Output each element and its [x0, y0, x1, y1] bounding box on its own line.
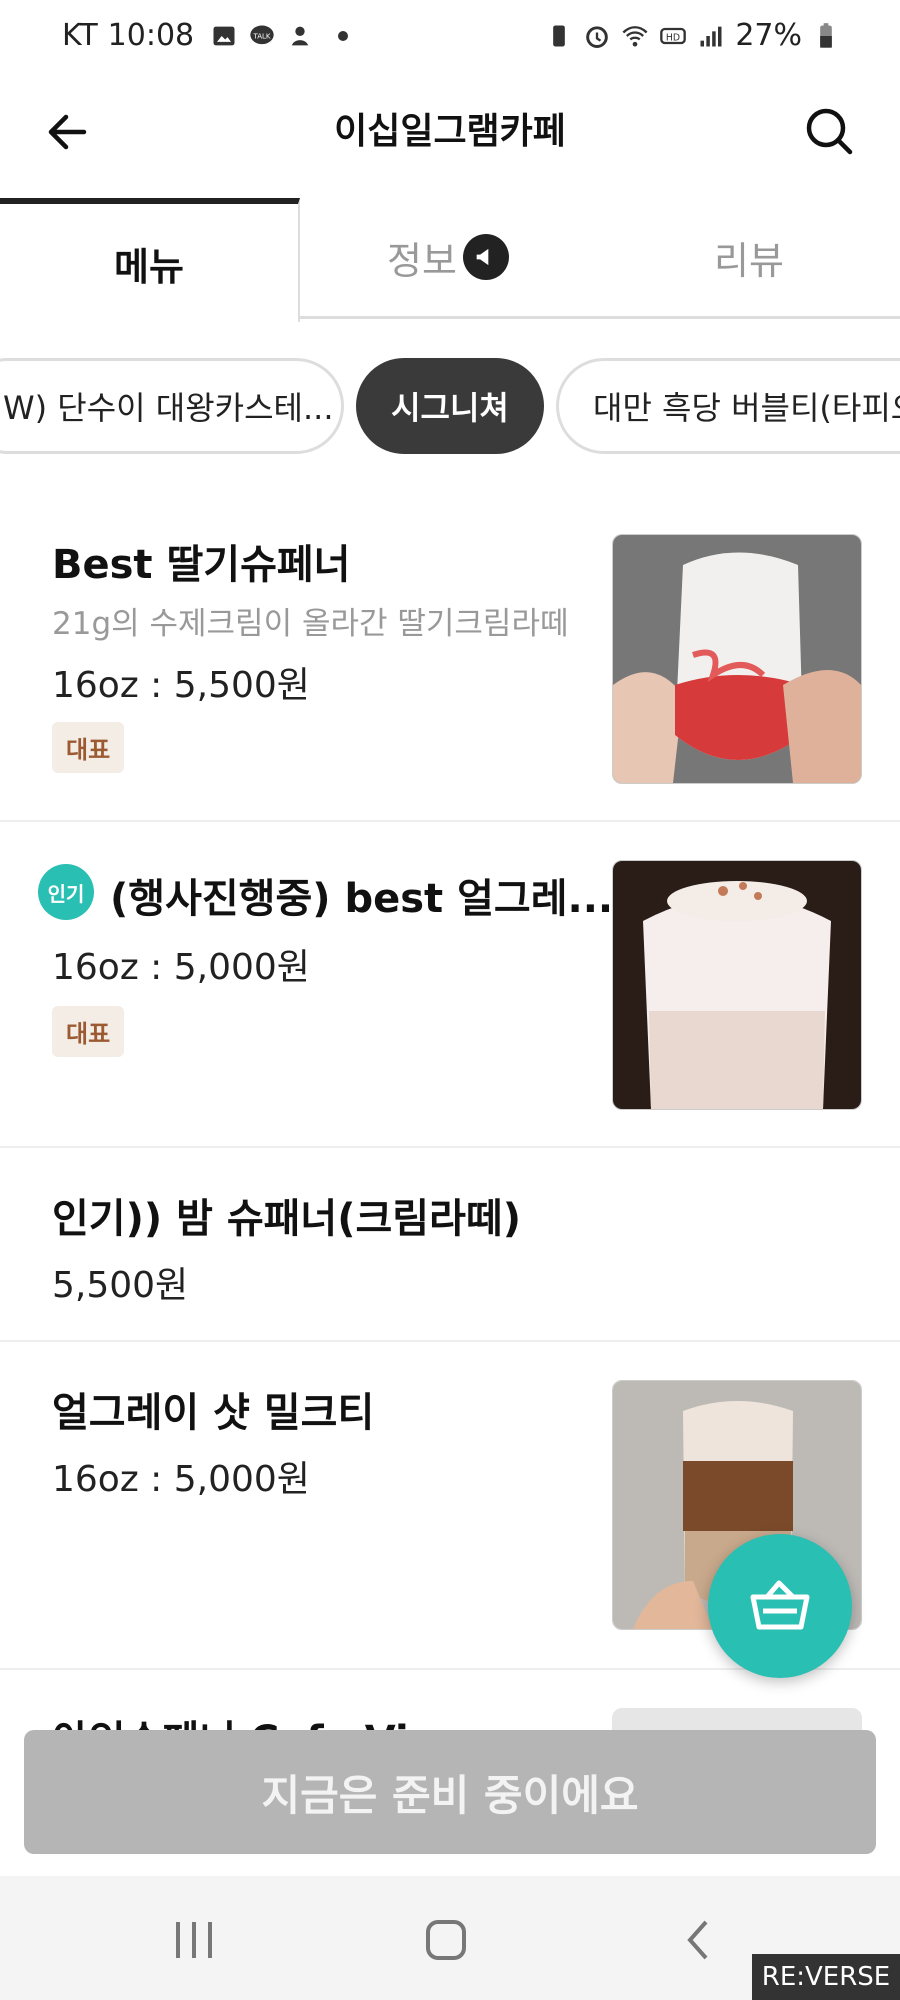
menu-item[interactable]: 인기 (행사진행중) best 얼그레... 16oz : 5,000원 대표 — [0, 822, 900, 1148]
chip-castella[interactable]: W) 단수이 대왕카스테... — [0, 358, 344, 454]
preparing-button[interactable]: 지금은 준비 중이에요 — [24, 1730, 876, 1854]
more-notifications-dot — [338, 30, 349, 41]
status-bar: KT 10:08 TALK HD 27% — [0, 0, 900, 72]
tab-bar: 메뉴 정보 리뷰 — [0, 198, 900, 322]
app-icon — [291, 26, 309, 45]
talk-icon: TALK — [250, 25, 274, 44]
watermark-label: RE:VERSE — [752, 1954, 900, 2000]
item-price: 16oz : 5,500원 — [52, 665, 310, 706]
battery-icon — [820, 22, 832, 48]
notification-icons: TALK — [210, 22, 349, 50]
menu-item[interactable]: Best 딸기슈페너 21g의 수제크림이 올라간 딸기크림라떼 16oz : … — [0, 500, 900, 822]
item-name: 얼그레이 샷 밀크티 — [52, 1390, 375, 1436]
item-photo — [612, 534, 862, 784]
carrier-label: KT — [62, 18, 98, 53]
tab-menu-label: 메뉴 — [114, 244, 184, 289]
tab-review[interactable]: 리뷰 — [598, 198, 900, 319]
menu-item[interactable]: 인기)) 밤 슈패너(크림라떼) 5,500원 — [0, 1148, 900, 1342]
item-price: 5,500원 — [52, 1265, 189, 1306]
signal-icon — [700, 26, 722, 46]
recent-apps-icon[interactable] — [154, 1900, 234, 1980]
tab-info[interactable]: 정보 — [298, 198, 598, 319]
item-description: 21g의 수제크림이 올라간 딸기크림라떼 — [52, 606, 569, 642]
item-name: (행사진행중) best 얼그레... — [110, 876, 614, 922]
gallery-icon — [213, 26, 235, 45]
battery-saver-icon — [553, 25, 566, 46]
back-nav-icon[interactable] — [660, 1900, 740, 1980]
signature-badge: 대표 — [52, 1006, 125, 1057]
item-price: 16oz : 5,000원 — [52, 947, 310, 988]
svg-text:TALK: TALK — [253, 32, 271, 40]
battery-percent: 27% — [735, 18, 802, 53]
top-app-bar: 이십일그램카페 — [0, 72, 900, 192]
status-left: KT 10:08 TALK — [62, 18, 349, 53]
item-photo — [612, 860, 862, 1110]
signature-badge: 대표 — [52, 722, 125, 773]
time-label: 10:08 — [107, 18, 195, 53]
svg-text:HD: HD — [666, 32, 680, 43]
search-icon[interactable] — [800, 102, 860, 162]
tab-menu[interactable]: 메뉴 — [0, 198, 300, 322]
wifi-icon — [622, 25, 648, 46]
status-right: HD 27% — [545, 18, 840, 53]
cart-button[interactable] — [708, 1534, 852, 1678]
tab-info-label: 정보 — [387, 238, 457, 283]
chip-signature[interactable]: 시그니쳐 — [356, 358, 544, 454]
hd-icon: HD — [660, 27, 687, 44]
popular-badge: 인기 — [38, 864, 94, 920]
category-chips: W) 단수이 대왕카스테... 시그니쳐 대만 흑당 버블티(타피오 — [0, 358, 900, 458]
basket-icon — [750, 1580, 810, 1630]
home-icon[interactable] — [406, 1900, 486, 1980]
item-price: 16oz : 5,000원 — [52, 1459, 310, 1500]
item-name: Best 딸기슈페너 — [52, 542, 351, 588]
item-name: 인기)) 밤 슈패너(크림라떼) — [52, 1196, 521, 1242]
chip-bubble-tea[interactable]: 대만 흑당 버블티(타피오 — [556, 358, 900, 454]
alarm-icon — [586, 25, 609, 48]
page-title: 이십일그램카페 — [334, 111, 566, 152]
megaphone-icon — [462, 234, 509, 280]
tab-review-label: 리뷰 — [714, 238, 784, 283]
